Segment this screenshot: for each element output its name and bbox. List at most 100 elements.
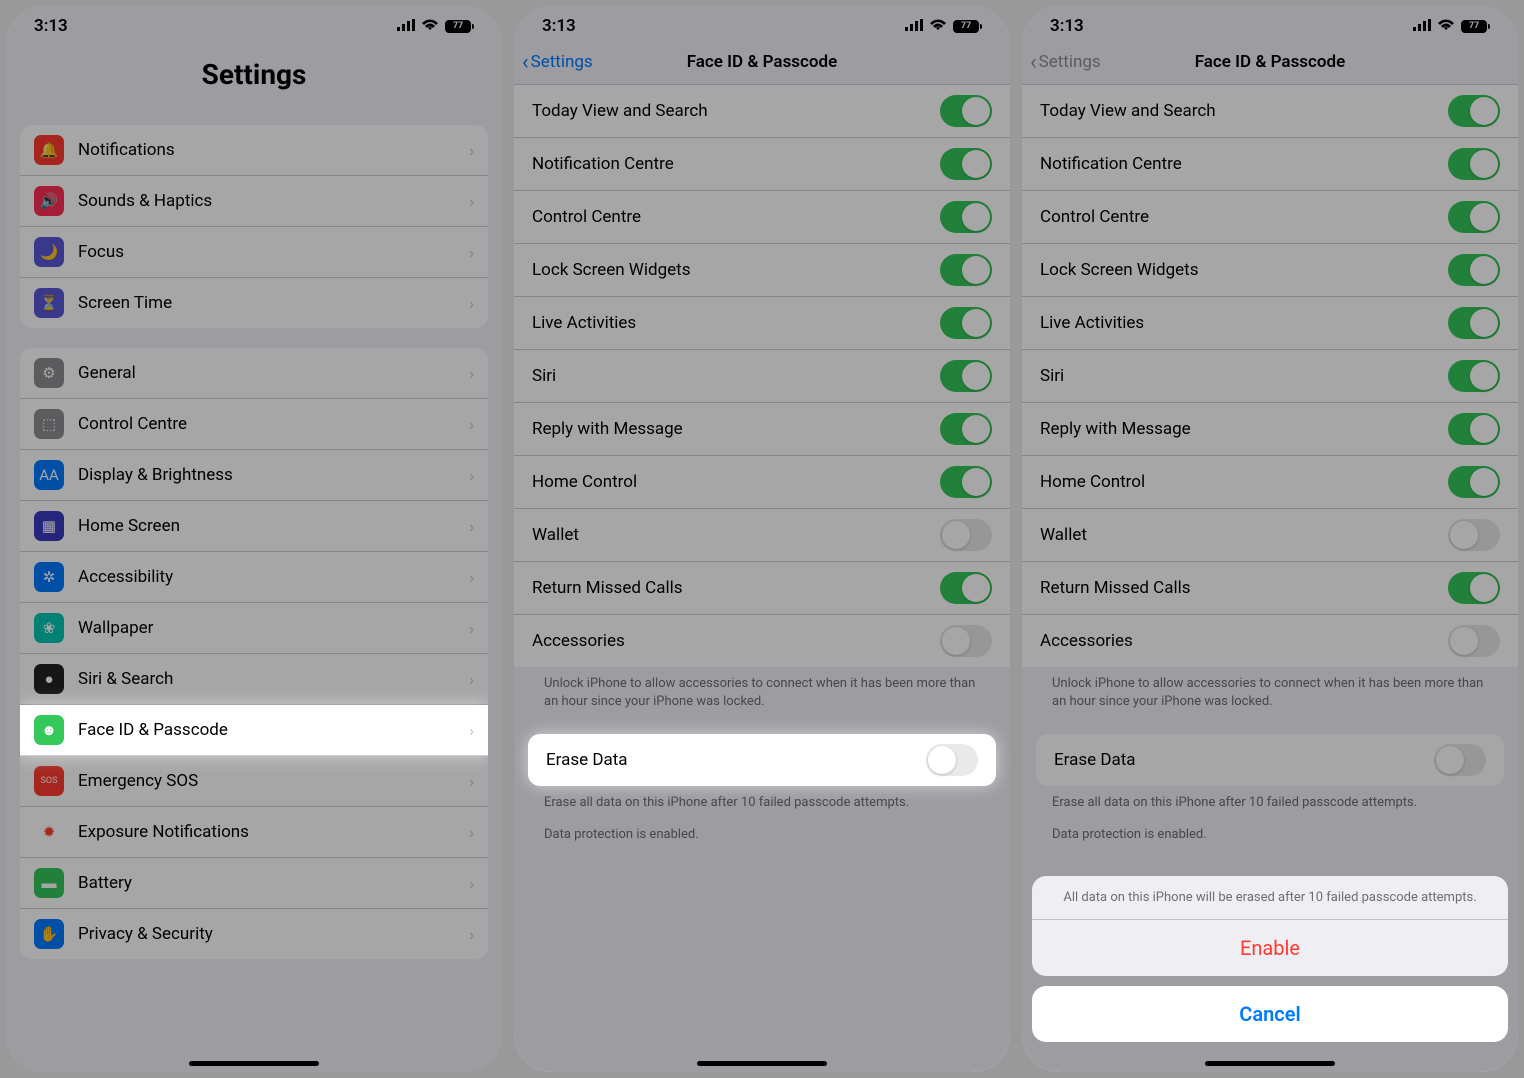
toggle-switch[interactable]	[940, 360, 992, 392]
chevron-right-icon: ›	[469, 925, 474, 944]
toggle-row-lock-screen-widgets[interactable]: Lock Screen Widgets	[1022, 244, 1518, 297]
toggle-row-today-view-and-search[interactable]: Today View and Search	[1022, 85, 1518, 138]
enable-button[interactable]: Enable	[1032, 920, 1508, 976]
chevron-right-icon: ›	[469, 517, 474, 536]
toggle-row-control-centre[interactable]: Control Centre	[514, 191, 1010, 244]
toggle-row-home-control[interactable]: Home Control	[1022, 456, 1518, 509]
home-indicator[interactable]	[189, 1061, 319, 1066]
settings-row-siri-search[interactable]: ●Siri & Search›	[20, 654, 488, 705]
settings-row-screen-time[interactable]: ⏳Screen Time›	[20, 278, 488, 328]
chevron-right-icon: ›	[469, 772, 474, 791]
toggle-switch[interactable]	[1448, 625, 1500, 657]
toggle-switch[interactable]	[940, 413, 992, 445]
toggle-row-reply-with-message[interactable]: Reply with Message	[1022, 403, 1518, 456]
row-icon: ✲	[34, 562, 64, 592]
chevron-right-icon: ›	[469, 294, 474, 313]
row-icon: 🔊	[34, 186, 64, 216]
screen-faceid-passcode: 3:13 77 ‹ Settings Face ID & Passcode To…	[514, 6, 1010, 1072]
toggle-switch[interactable]	[1448, 413, 1500, 445]
toggle-switch[interactable]	[940, 466, 992, 498]
toggle-switch[interactable]	[940, 254, 992, 286]
toggle-switch[interactable]	[940, 572, 992, 604]
nav-header: ‹ Settings Face ID & Passcode	[514, 40, 1010, 85]
toggle-row-accessories[interactable]: Accessories	[514, 615, 1010, 667]
toggle-switch[interactable]	[1448, 201, 1500, 233]
toggle-switch[interactable]	[940, 519, 992, 551]
settings-row-face-id-passcode[interactable]: ☻Face ID & Passcode›	[20, 705, 488, 756]
cancel-button[interactable]: Cancel	[1032, 986, 1508, 1042]
row-label: Sounds & Haptics	[78, 191, 469, 211]
toggle-switch[interactable]	[1448, 360, 1500, 392]
toggle-row-accessories[interactable]: Accessories	[1022, 615, 1518, 667]
row-icon: ⚙	[34, 358, 64, 388]
settings-row-emergency-sos[interactable]: SOSEmergency SOS›	[20, 756, 488, 807]
toggle-row-control-centre[interactable]: Control Centre	[1022, 191, 1518, 244]
settings-row-sounds-haptics[interactable]: 🔊 Sounds & Haptics›	[20, 176, 488, 227]
erase-data-row[interactable]: Erase Data	[528, 734, 996, 786]
settings-row-display-brightness[interactable]: AADisplay & Brightness›	[20, 450, 488, 501]
home-indicator[interactable]	[1205, 1061, 1335, 1066]
row-icon: AA	[34, 460, 64, 490]
erase-data-toggle[interactable]	[1434, 744, 1486, 776]
toggle-row-notification-centre[interactable]: Notification Centre	[514, 138, 1010, 191]
chevron-left-icon: ‹	[1030, 50, 1037, 75]
toggle-row-live-activities[interactable]: Live Activities	[514, 297, 1010, 350]
status-time: 3:13	[34, 16, 68, 36]
settings-row-battery[interactable]: ▬Battery›	[20, 858, 488, 909]
chevron-right-icon: ›	[469, 192, 474, 211]
settings-row-exposure-notifications[interactable]: ✹Exposure Notifications›	[20, 807, 488, 858]
toggle-row-reply-with-message[interactable]: Reply with Message	[514, 403, 1010, 456]
settings-row-focus[interactable]: 🌙Focus›	[20, 227, 488, 278]
chevron-right-icon: ›	[469, 619, 474, 638]
toggle-row-lock-screen-widgets[interactable]: Lock Screen Widgets	[514, 244, 1010, 297]
toggle-row-wallet[interactable]: Wallet	[514, 509, 1010, 562]
toggle-row-live-activities[interactable]: Live Activities	[1022, 297, 1518, 350]
erase-footer-2: Data protection is enabled.	[514, 812, 1010, 844]
settings-row-home-screen[interactable]: ▦Home Screen›	[20, 501, 488, 552]
settings-row-accessibility[interactable]: ✲Accessibility›	[20, 552, 488, 603]
toggle-row-siri[interactable]: Siri	[514, 350, 1010, 403]
toggle-label: Notification Centre	[1040, 154, 1448, 174]
toggle-switch[interactable]	[940, 201, 992, 233]
toggle-label: Return Missed Calls	[532, 578, 940, 598]
settings-row-notifications[interactable]: 🔔Notifications›	[20, 125, 488, 176]
toggle-label: Control Centre	[1040, 207, 1448, 227]
settings-row-privacy-security[interactable]: ✋Privacy & Security›	[20, 909, 488, 959]
wifi-icon	[1437, 16, 1455, 36]
toggle-switch[interactable]	[1448, 254, 1500, 286]
settings-row-wallpaper[interactable]: ❀Wallpaper›	[20, 603, 488, 654]
toggle-label: Accessories	[532, 631, 940, 651]
row-icon: ▬	[34, 868, 64, 898]
toggle-switch[interactable]	[1448, 95, 1500, 127]
row-label: Face ID & Passcode	[78, 720, 469, 740]
row-icon: ▦	[34, 511, 64, 541]
toggle-row-notification-centre[interactable]: Notification Centre	[1022, 138, 1518, 191]
toggle-switch[interactable]	[1448, 572, 1500, 604]
toggle-row-wallet[interactable]: Wallet	[1022, 509, 1518, 562]
toggle-switch[interactable]	[1448, 519, 1500, 551]
status-time: 3:13	[542, 16, 576, 36]
toggle-row-return-missed-calls[interactable]: Return Missed Calls	[1022, 562, 1518, 615]
toggle-switch[interactable]	[940, 625, 992, 657]
back-button[interactable]: ‹ Settings	[1030, 50, 1101, 75]
toggle-switch[interactable]	[940, 95, 992, 127]
erase-data-row[interactable]: Erase Data	[1036, 734, 1504, 786]
toggle-label: Reply with Message	[1040, 419, 1448, 439]
toggle-row-return-missed-calls[interactable]: Return Missed Calls	[514, 562, 1010, 615]
back-button[interactable]: ‹ Settings	[522, 50, 593, 75]
toggle-row-home-control[interactable]: Home Control	[514, 456, 1010, 509]
toggle-switch[interactable]	[940, 307, 992, 339]
toggle-switch[interactable]	[1448, 148, 1500, 180]
row-label: Wallpaper	[78, 618, 469, 638]
row-label: Control Centre	[78, 414, 469, 434]
home-indicator[interactable]	[697, 1061, 827, 1066]
toggle-row-siri[interactable]: Siri	[1022, 350, 1518, 403]
toggle-switch[interactable]	[1448, 466, 1500, 498]
erase-data-toggle[interactable]	[926, 744, 978, 776]
toggle-row-today-view-and-search[interactable]: Today View and Search	[514, 85, 1010, 138]
toggle-switch[interactable]	[940, 148, 992, 180]
settings-row-general[interactable]: ⚙General›	[20, 348, 488, 399]
settings-row-control-centre[interactable]: ⬚Control Centre›	[20, 399, 488, 450]
toggle-switch[interactable]	[1448, 307, 1500, 339]
accessories-footer: Unlock iPhone to allow accessories to co…	[514, 667, 1010, 710]
